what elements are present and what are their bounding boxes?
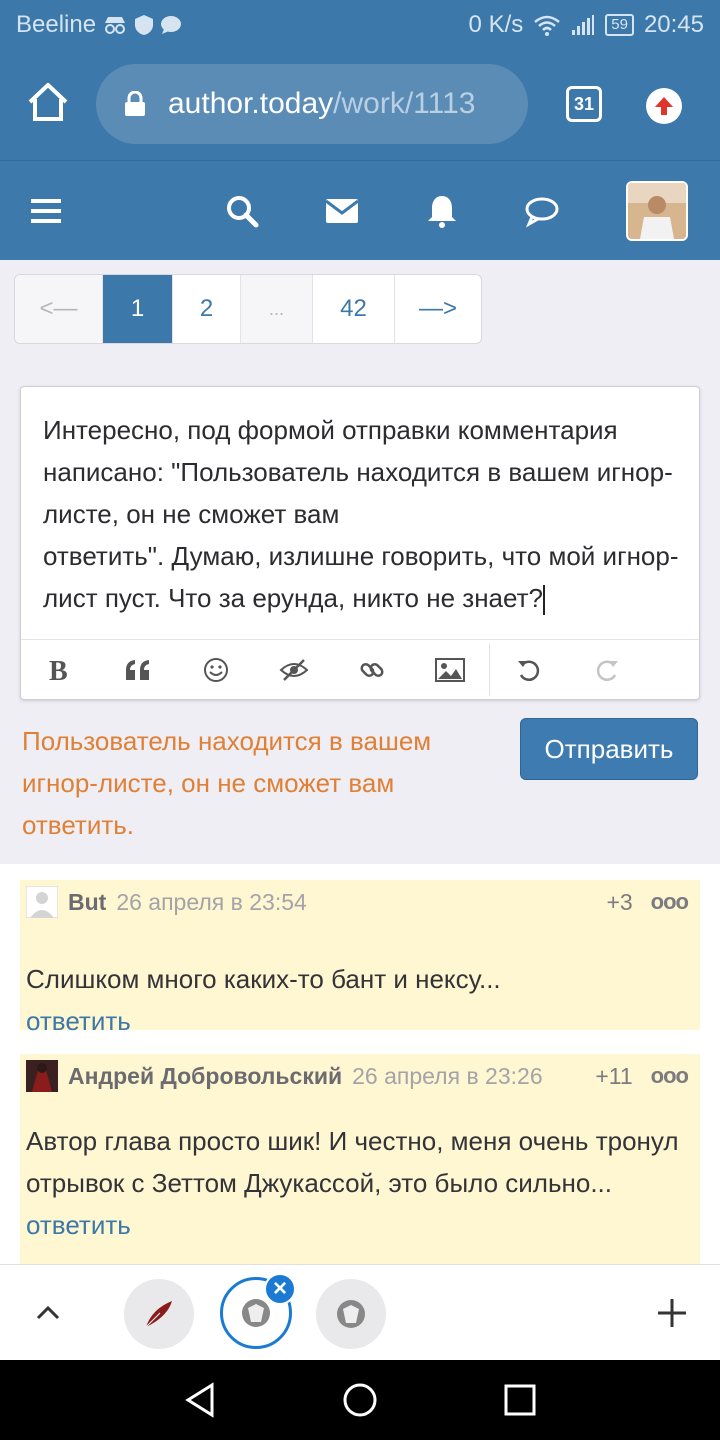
site-navbar: [0, 160, 720, 260]
pagination: <— 1 2 ... 42 —>: [14, 274, 482, 344]
browser-toolbar: author.today/work/1113 31: [0, 50, 720, 160]
comment-text: Слишком много каких-то бант и нексу...: [26, 964, 501, 994]
search-icon[interactable]: [224, 193, 260, 229]
chat-notification-icon: [161, 16, 182, 34]
comment-date[interactable]: 26 апреля в 23:54: [116, 889, 306, 916]
redo-button[interactable]: [568, 640, 646, 700]
browser-tab-bar: ×: [0, 1264, 720, 1360]
comment-author[interactable]: Андрей Добровольский: [68, 1063, 342, 1090]
home-circle-icon[interactable]: [342, 1382, 378, 1418]
incognito-icon: [105, 17, 126, 34]
spoiler-button[interactable]: [255, 640, 333, 700]
more-options-icon[interactable]: ooo: [651, 1063, 689, 1089]
image-icon: [435, 657, 465, 682]
user-photo: [628, 183, 686, 239]
next-page-button[interactable]: —>: [395, 275, 481, 343]
shield-icon: [135, 15, 154, 35]
comment-header: But 26 апреля в 23:54 +3 ooo: [26, 886, 694, 918]
tab-thumbnail-3[interactable]: [316, 1279, 386, 1349]
svg-text:B: B: [49, 656, 68, 684]
text-caret: [542, 585, 545, 616]
smiley-icon: [204, 657, 228, 682]
comment-textarea[interactable]: Интересно, под формой отправки комментар…: [43, 409, 683, 619]
mail-icon[interactable]: [324, 193, 360, 229]
url-path: /work/1113: [333, 87, 476, 120]
lock-icon: [125, 91, 145, 116]
wifi-icon: [534, 15, 561, 36]
image-button[interactable]: [411, 640, 489, 700]
reply-link[interactable]: ответить: [26, 1000, 686, 1042]
quill-icon: [145, 1301, 172, 1328]
reply-link[interactable]: ответить: [26, 1204, 686, 1246]
comment-text: Автор глава просто шик! И честно, меня о…: [26, 1126, 679, 1198]
new-tab-plus-icon[interactable]: [654, 1295, 690, 1331]
signal-icon: [572, 15, 595, 35]
url-host: author.today: [168, 87, 334, 120]
chevron-up-icon[interactable]: [34, 1299, 62, 1327]
page-2-button[interactable]: 2: [173, 275, 241, 343]
editor-toolbar: B: [21, 639, 699, 699]
address-bar[interactable]: author.today/work/1113: [96, 64, 528, 144]
tabs-button[interactable]: 31: [566, 86, 602, 122]
quote-button[interactable]: [99, 640, 177, 700]
comment-item: Андрей Добровольский 26 апреля в 23:26 +…: [20, 1054, 700, 1264]
ignore-list-warning: Пользователь находится в вашем игнор-лис…: [22, 726, 432, 840]
messages-icon[interactable]: [524, 193, 560, 229]
eye-slash-icon: [279, 658, 309, 681]
home-icon[interactable]: [24, 78, 72, 126]
comment-header: Андрей Добровольский 26 апреля в 23:26 +…: [26, 1060, 694, 1092]
user-avatar-thumb[interactable]: [26, 1060, 58, 1092]
network-speed: 0 K/s: [468, 11, 524, 38]
bold-button[interactable]: B: [21, 640, 99, 700]
link-icon: [360, 662, 384, 677]
arrow-up-icon: [655, 97, 673, 115]
comment-score: +3: [606, 888, 633, 915]
emblem-icon: [242, 1299, 270, 1327]
comment-editor[interactable]: Интересно, под формой отправки комментар…: [20, 386, 700, 700]
comment-body: Автор глава просто шик! И честно, меня о…: [26, 1120, 686, 1246]
android-navigation-bar: [0, 1360, 720, 1440]
comment-body: Слишком много каких-то бант и нексу... о…: [26, 958, 686, 1042]
page-42-button[interactable]: 42: [313, 275, 395, 343]
prev-page-button[interactable]: <—: [15, 275, 103, 343]
clock: 20:45: [643, 11, 704, 38]
default-avatar-icon[interactable]: [26, 886, 58, 918]
close-tab-button[interactable]: ×: [264, 1273, 296, 1305]
carrier-name: Beeline: [16, 11, 97, 38]
menu-icon[interactable]: [28, 193, 64, 229]
page-1-button[interactable]: 1: [103, 275, 173, 343]
comments-list: But 26 апреля в 23:54 +3 ooo Слишком мно…: [0, 864, 720, 1264]
undo-icon: [518, 660, 540, 681]
undo-button[interactable]: [490, 640, 568, 700]
link-button[interactable]: [333, 640, 411, 700]
more-options-icon[interactable]: ooo: [651, 889, 689, 915]
page-ellipsis: ...: [241, 275, 313, 343]
comment-author[interactable]: But: [68, 889, 106, 916]
back-icon[interactable]: [182, 1382, 218, 1418]
quote-icon: [126, 659, 149, 680]
comment-item: But 26 апреля в 23:54 +3 ooo Слишком мно…: [20, 880, 700, 1036]
user-avatar[interactable]: [626, 181, 688, 241]
comment-score: +11: [595, 1062, 633, 1089]
recents-icon[interactable]: [502, 1382, 538, 1418]
send-button[interactable]: Отправить: [520, 718, 698, 780]
comment-date[interactable]: 26 апреля в 23:26: [352, 1063, 542, 1090]
tab-thumbnail-1[interactable]: [124, 1279, 194, 1349]
comment-draft-text: Интересно, под формой отправки комментар…: [43, 415, 679, 613]
upload-button[interactable]: [646, 88, 682, 124]
emblem-icon: [337, 1300, 365, 1328]
bell-icon[interactable]: [424, 193, 460, 229]
emoji-button[interactable]: [177, 640, 255, 700]
status-bar: Beeline 0 K/s 59 20:45: [0, 0, 720, 50]
battery-level: 59: [605, 14, 634, 36]
redo-icon: [596, 660, 618, 681]
bold-icon: B: [49, 656, 68, 684]
